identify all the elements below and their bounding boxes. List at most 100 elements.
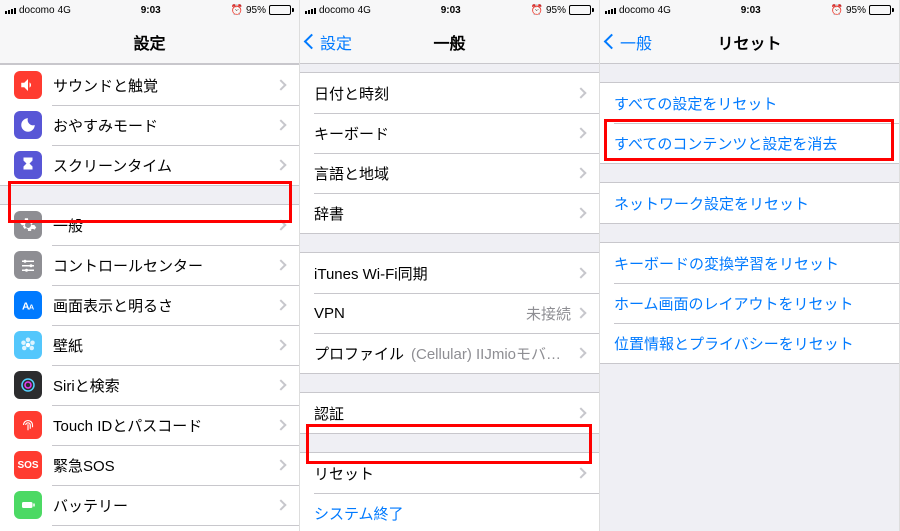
row-dictionary[interactable]: 辞書 (300, 193, 599, 233)
row-reset-keyboard[interactable]: キーボードの変換学習をリセット (600, 243, 899, 283)
chevron-right-icon (275, 299, 286, 310)
chevron-right-icon (275, 219, 286, 230)
screen-settings: docomo 4G 9:03 ⏰ 95% 設定 サウンドと触覚 (0, 0, 300, 531)
row-erase-all[interactable]: すべてのコンテンツと設定を消去 (600, 123, 899, 163)
sound-icon (14, 71, 42, 99)
row-siri[interactable]: Siriと検索 (0, 365, 299, 405)
row-label: 壁紙 (53, 335, 277, 356)
row-label: キーボードの変換学習をリセット (614, 253, 885, 274)
carrier-label: docomo (319, 5, 355, 16)
row-language[interactable]: 言語と地域 (300, 153, 599, 193)
row-controlcenter[interactable]: コントロールセンター (0, 245, 299, 285)
flower-icon (14, 331, 42, 359)
row-label: 辞書 (314, 203, 577, 224)
network-label: 4G (658, 5, 671, 16)
row-sound[interactable]: サウンドと触覚 (0, 65, 299, 105)
text-size-icon: AA (14, 291, 42, 319)
row-label: 言語と地域 (314, 163, 577, 184)
status-bar: docomo 4G 9:03 ⏰ 95% (300, 0, 599, 20)
row-value: (Cellular) IIJmioモバイルサ… (411, 343, 571, 364)
row-vpn[interactable]: VPN 未接続 (300, 293, 599, 333)
chevron-right-icon (575, 87, 586, 98)
row-privacy[interactable]: プライバシー (0, 525, 299, 531)
row-dnd[interactable]: おやすみモード (0, 105, 299, 145)
row-reset-location[interactable]: 位置情報とプライバシーをリセット (600, 323, 899, 363)
back-label: 設定 (320, 30, 352, 54)
chevron-right-icon (575, 267, 586, 278)
row-general[interactable]: 一般 (0, 205, 299, 245)
row-datetime[interactable]: 日付と時刻 (300, 73, 599, 113)
hourglass-icon (14, 151, 42, 179)
chevron-right-icon (275, 159, 286, 170)
general-list: 日付と時刻 キーボード 言語と地域 辞書 iTunes Wi-Fi同期 (300, 72, 599, 531)
row-reset-home[interactable]: ホーム画面のレイアウトをリセット (600, 283, 899, 323)
chevron-right-icon (575, 467, 586, 478)
row-label: おやすみモード (53, 115, 277, 136)
row-reset-all-settings[interactable]: すべての設定をリセット (600, 83, 899, 123)
chevron-right-icon (275, 259, 286, 270)
row-shutdown[interactable]: システム終了 (300, 493, 599, 531)
screen-general: docomo 4G 9:03 ⏰ 95% 設定 一般 日付と時刻 キーボード (300, 0, 600, 531)
row-profile[interactable]: プロファイル (Cellular) IIJmioモバイルサ… (300, 333, 599, 373)
chevron-right-icon (575, 347, 586, 358)
row-label: iTunes Wi-Fi同期 (314, 263, 577, 284)
row-label: コントロールセンター (53, 255, 277, 276)
row-label: 認証 (314, 403, 577, 424)
row-keyboard[interactable]: キーボード (300, 113, 599, 153)
row-display[interactable]: AA 画面表示と明るさ (0, 285, 299, 325)
nav-header: 一般 リセット (600, 20, 899, 64)
row-label: プロファイル (314, 343, 411, 364)
chevron-right-icon (275, 379, 286, 390)
row-reset-network[interactable]: ネットワーク設定をリセット (600, 183, 899, 223)
row-label: 日付と時刻 (314, 83, 577, 104)
clock: 9:03 (741, 5, 761, 16)
chevron-right-icon (275, 119, 286, 130)
reset-list: すべての設定をリセット すべてのコンテンツと設定を消去 ネットワーク設定をリセッ… (600, 82, 899, 364)
chevron-right-icon (275, 79, 286, 90)
row-screentime[interactable]: スクリーンタイム (0, 145, 299, 185)
chevron-right-icon (275, 499, 286, 510)
chevron-right-icon (575, 307, 586, 318)
siri-icon (14, 371, 42, 399)
row-auth[interactable]: 認証 (300, 393, 599, 433)
battery-pct: 95% (246, 5, 266, 16)
back-label: 一般 (620, 30, 652, 54)
row-label: Touch IDとパスコード (53, 415, 277, 436)
back-button[interactable]: 設定 (300, 30, 352, 54)
row-label: システム終了 (314, 503, 585, 524)
row-label: Siriと検索 (53, 375, 277, 396)
screen-reset: docomo 4G 9:03 ⏰ 95% 一般 リセット すべての設定をリセット… (600, 0, 900, 531)
back-button[interactable]: 一般 (600, 30, 652, 54)
row-battery[interactable]: バッテリー (0, 485, 299, 525)
row-ituneswifi[interactable]: iTunes Wi-Fi同期 (300, 253, 599, 293)
switches-icon (14, 251, 42, 279)
moon-icon (14, 111, 42, 139)
signal-icon (5, 6, 16, 14)
signal-icon (605, 6, 616, 14)
chevron-left-icon (604, 34, 620, 50)
row-wallpaper[interactable]: 壁紙 (0, 325, 299, 365)
signal-icon (305, 6, 316, 14)
chevron-right-icon (275, 339, 286, 350)
network-label: 4G (58, 5, 71, 16)
row-label: リセット (314, 463, 577, 484)
status-bar: docomo 4G 9:03 ⏰ 95% (0, 0, 299, 20)
row-label: VPN (314, 305, 526, 322)
row-reset[interactable]: リセット (300, 453, 599, 493)
row-label: すべてのコンテンツと設定を消去 (614, 133, 885, 154)
nav-header: 設定 一般 (300, 20, 599, 64)
battery-icon (869, 5, 894, 15)
row-sos[interactable]: SOS 緊急SOS (0, 445, 299, 485)
row-label: 緊急SOS (53, 455, 277, 476)
row-touchid[interactable]: Touch IDとパスコード (0, 405, 299, 445)
battery-pct: 95% (846, 5, 866, 16)
fingerprint-icon (14, 411, 42, 439)
row-label: 位置情報とプライバシーをリセット (614, 333, 885, 354)
battery-icon (269, 5, 294, 15)
nav-header: 設定 (0, 20, 299, 64)
carrier-label: docomo (19, 5, 55, 16)
alarm-icon: ⏰ (831, 5, 843, 16)
network-label: 4G (358, 5, 371, 16)
svg-text:A: A (29, 303, 35, 312)
row-label: すべての設定をリセット (614, 93, 885, 114)
